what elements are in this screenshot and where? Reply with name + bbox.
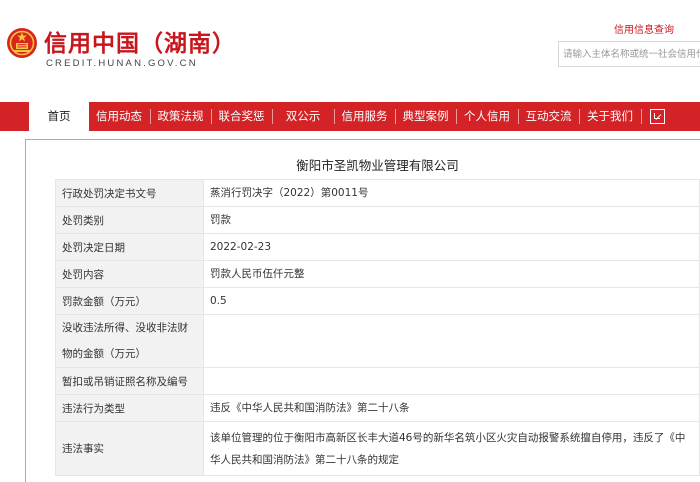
row-label: 违法事实 (55, 421, 204, 476)
row-label: 处罚类别 (55, 206, 204, 234)
table-row: 违法事实 该单位管理的位于衡阳市高新区长丰大道46号的新华名筑小区火灾自动报警系… (55, 421, 700, 476)
row-label: 处罚决定日期 (55, 233, 204, 261)
row-label: 违法行为类型 (55, 394, 204, 422)
table-row: 没收违法所得、没收非法财物的金额（万元） (55, 314, 700, 368)
company-name: 衡阳市圣凯物业管理有限公司 (296, 158, 459, 173)
search-input[interactable] (558, 41, 700, 67)
row-label: 罚款金额（万元） (55, 287, 204, 315)
nav-item-about-us[interactable]: 关于我们 (579, 102, 641, 131)
nav-item-personal-credit[interactable]: 个人信用 (456, 102, 518, 131)
nav-item-joint-rewards[interactable]: 联合奖惩 (211, 102, 272, 131)
table-row: 处罚决定日期 2022-02-23 (55, 233, 700, 261)
row-value: 0.5 (203, 287, 700, 315)
nav-item-policies[interactable]: 政策法规 (150, 102, 211, 131)
table-row: 罚款金额（万元） 0.5 (55, 287, 700, 315)
row-value: 罚款人民币伍仟元整 (203, 260, 700, 288)
nav-separator (641, 109, 642, 124)
row-value (203, 314, 700, 368)
row-value: 2022-02-23 (203, 233, 700, 261)
nav-item-credit-news[interactable]: 信用动态 (89, 102, 149, 131)
site-domain: CREDIT.HUNAN.GOV.CN (46, 58, 198, 69)
credit-query-link[interactable]: 信用信息查询 (614, 21, 674, 36)
row-value: 该单位管理的位于衡阳市高新区长丰大道46号的新华名筑小区火灾自动报警系统擅自停用… (203, 421, 700, 476)
row-value: 违反《中华人民共和国消防法》第二十八条 (203, 394, 700, 422)
row-label: 处罚内容 (55, 260, 204, 288)
national-emblem-icon (7, 28, 37, 58)
row-value: 蒸消行罚决字（2022）第0011号 (203, 179, 700, 207)
site-title: 信用中国（湖南） (44, 30, 236, 57)
row-label: 行政处罚决定书文号 (55, 179, 204, 207)
table-row: 违法行为类型 违反《中华人民共和国消防法》第二十八条 (55, 394, 700, 422)
table-row: 处罚类别 罚款 (55, 206, 700, 234)
penalty-detail-table: 行政处罚决定书文号 蒸消行罚决字（2022）第0011号 处罚类别 罚款 处罚决… (55, 179, 700, 476)
external-link-icon[interactable] (650, 109, 665, 124)
table-row: 处罚内容 罚款人民币伍仟元整 (55, 260, 700, 288)
row-label: 暂扣或吊销证照名称及编号 (55, 367, 204, 395)
row-label: 没收违法所得、没收非法财物的金额（万元） (55, 314, 204, 368)
table-row: 行政处罚决定书文号 蒸消行罚决字（2022）第0011号 (55, 179, 700, 207)
row-value (203, 367, 700, 395)
table-row: 暂扣或吊销证照名称及编号 (55, 367, 700, 395)
nav-item-credit-services[interactable]: 信用服务 (334, 102, 395, 131)
nav-item-home[interactable]: 首页 (29, 102, 89, 131)
row-value: 罚款 (203, 206, 700, 234)
main-nav: 首页 信用动态 政策法规 联合奖惩 双公示 信用服务 典型案例 个人信用 互动交… (0, 102, 700, 131)
nav-item-typical-cases[interactable]: 典型案例 (395, 102, 456, 131)
nav-item-interaction[interactable]: 互动交流 (518, 102, 579, 131)
nav-item-double-publicity[interactable]: 双公示 (272, 102, 334, 131)
site-header: 信用中国（湖南） CREDIT.HUNAN.GOV.CN 信用信息查询 (0, 0, 700, 102)
